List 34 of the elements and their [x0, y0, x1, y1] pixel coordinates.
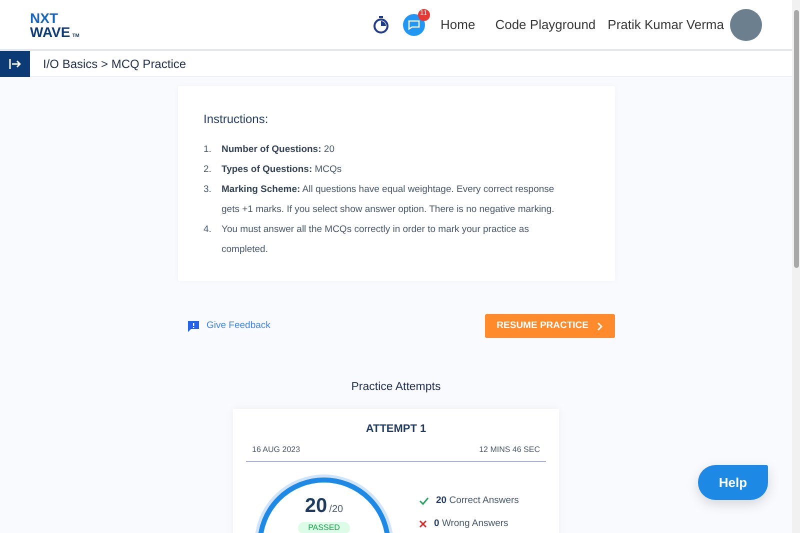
list-number: 3.: [204, 183, 212, 197]
attempt-duration: 12 MINS 46 SEC: [479, 444, 540, 456]
give-feedback-link[interactable]: Give Feedback: [188, 318, 270, 334]
instruction-text: Types of Questions: MCQs: [222, 163, 343, 177]
feedback-icon: [188, 320, 198, 332]
instruction-text: Number of Questions: 20: [222, 143, 336, 157]
stopwatch-icon[interactable]: [372, 16, 389, 34]
section-title: Practice Attempts: [351, 380, 441, 395]
list-number: 1.: [204, 143, 212, 157]
sidebar-toggle-button[interactable]: [0, 50, 30, 76]
instructions-title: Instructions:: [204, 111, 270, 128]
chevron-right-icon: [596, 322, 602, 330]
collapse-arrow-icon: [9, 58, 21, 68]
breadcrumb[interactable]: I/O Basics > MCQ Practice: [43, 54, 186, 72]
answer-stat: 0 Wrong Answers: [434, 517, 508, 531]
scrollbar[interactable]: [792, 0, 800, 533]
cross-icon: [419, 520, 427, 528]
attempt-date: 16 AUG 2023: [252, 444, 300, 456]
nav-link[interactable]: Home: [440, 14, 476, 34]
instruction-text: You must answer all the MCQs correctly in order to mark your practice as completed.: [222, 223, 530, 257]
answer-stat: 20 Correct Answers: [436, 494, 519, 508]
avatar[interactable]: [730, 8, 762, 40]
help-button[interactable]: Help: [698, 465, 768, 500]
list-number: 4.: [204, 223, 212, 237]
user-name[interactable]: Pratik Kumar Verma: [608, 14, 724, 34]
status-badge: PASSED: [298, 522, 350, 533]
chat-icon[interactable]: [402, 14, 425, 36]
check-icon: [419, 496, 429, 505]
list-number: 2.: [204, 163, 212, 177]
score-total: /20: [329, 502, 344, 517]
nav-link[interactable]: Code Playground: [495, 14, 596, 34]
score: 20: [304, 494, 328, 519]
instruction-text: Marking Scheme: All questions have equal weightage. Every correct response gets +1 marks. If you select show answer option. There is no negative marking.: [222, 183, 556, 217]
attempt-title: ATTEMPT 1: [364, 422, 428, 438]
